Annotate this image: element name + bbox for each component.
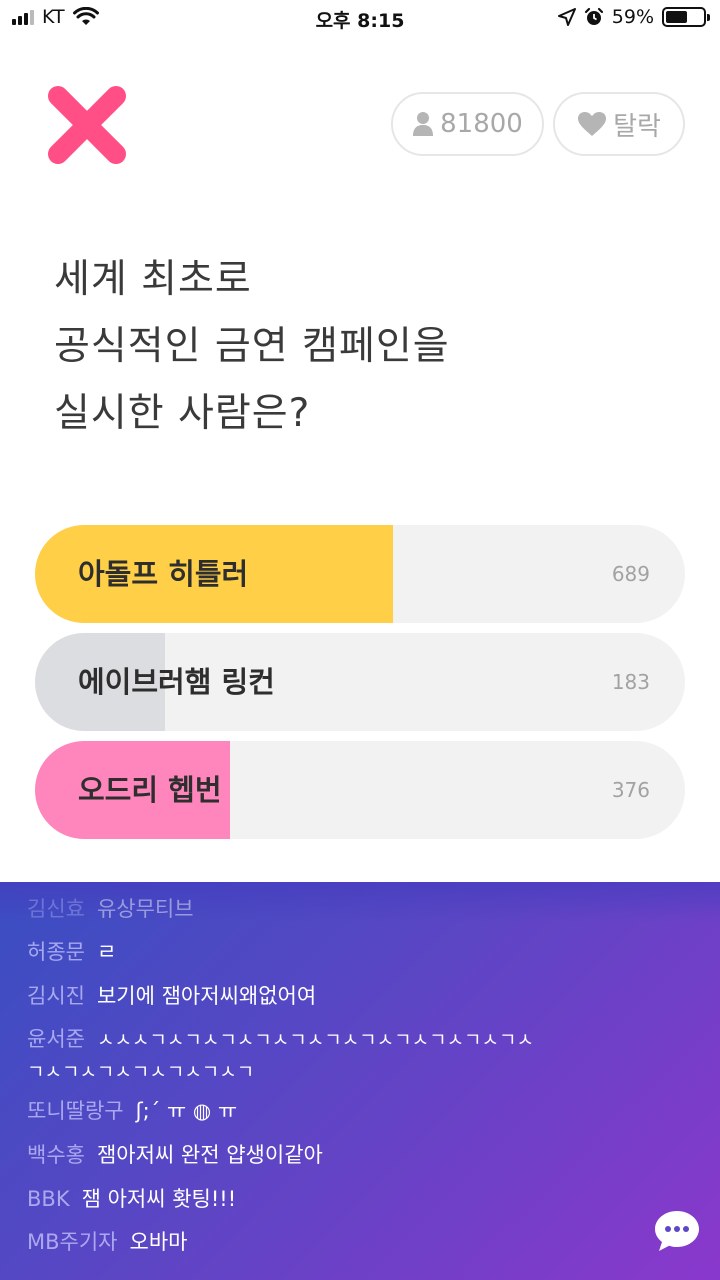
heart-icon: [578, 112, 607, 136]
battery-level-fill: [666, 11, 688, 23]
chat-message: MB주기자 오바마: [27, 1227, 187, 1257]
answer-count: 183: [611, 670, 650, 694]
status-bar: KT 오후 8:15 59%: [0, 0, 720, 40]
chat-message: 허종문 ㄹ: [27, 937, 116, 967]
answer-label: 아돌프 히틀러: [78, 557, 249, 591]
quit-badge[interactable]: 탈락: [553, 92, 685, 156]
question-line: 공식적인 금연 캠페인을: [54, 324, 450, 369]
chat-message: 김신효 유상무티브: [27, 894, 194, 924]
chat-text: 유상무티브: [96, 897, 194, 921]
quit-label: 탈락: [613, 111, 661, 142]
person-icon: [413, 112, 434, 136]
chat-username: 또니딸랑구: [27, 1099, 124, 1123]
chat-text: ʃ;ˊ ㅠ ◍ ㅠ: [135, 1099, 238, 1123]
chat-message: BBK 잼 아저씨 홧팅!!!: [27, 1184, 236, 1214]
battery-icon: [662, 7, 710, 27]
chat-message: 백수홍 잼아저씨 완전 얍생이같아: [27, 1140, 323, 1170]
alarm-icon: [584, 7, 603, 25]
chat-username: 김신효: [27, 897, 85, 921]
answer-label: 오드리 헵번: [78, 773, 222, 807]
answer-label: 에이브러햄 링컨: [78, 665, 275, 699]
chat-text: 잼아저씨 완전 얍생이같아: [96, 1143, 323, 1167]
answer-count: 689: [611, 562, 650, 586]
question-text: 세계 최초로 공식적인 금연 캠페인을 실시한 사람은?: [54, 246, 674, 447]
chat-text: 오바마: [129, 1230, 188, 1254]
chat-username: 윤서준: [27, 1027, 85, 1051]
close-x-icon: [48, 86, 126, 164]
answer-option-3[interactable]: 오드리 헵번 376: [35, 741, 685, 839]
chat-text: ㅅㅅㅅㄱㅅㄱㅅㄱㅅㄱㅅㄱㅅㄱㅅㄱㅅㄱㅅㄱㅅㄱㅅㄱㅅ: [96, 1029, 534, 1051]
chat-text: 보기에 잼아저씨왜없어여: [96, 984, 317, 1008]
answer-count: 376: [611, 778, 650, 802]
status-right: 59%: [557, 6, 710, 28]
chat-username: 백수홍: [27, 1143, 85, 1167]
chat-username: BBK: [27, 1187, 70, 1211]
viewers-badge: 81800: [391, 92, 544, 156]
close-button[interactable]: [44, 82, 130, 168]
open-chat-button[interactable]: [654, 1210, 700, 1252]
chat-username: 허종문: [27, 940, 85, 964]
chat-message: 윤서준 ㅅㅅㅅㄱㅅㄱㅅㄱㅅㄱㅅㄱㅅㄱㅅㄱㅅㄱㅅㄱㅅㄱㅅㄱㅅ: [27, 1024, 534, 1055]
viewers-count: 81800: [440, 109, 523, 139]
chat-bubble-icon: [655, 1211, 699, 1251]
chat-text: ㄹ: [96, 940, 117, 964]
battery-percent: 59%: [611, 6, 654, 28]
live-chat-panel[interactable]: 김신효 유상무티브 허종문 ㄹ 김시진 보기에 잼아저씨왜없어여 윤서준 ㅅㅅㅅㄱㅅㄱㅅ…: [0, 882, 720, 1280]
chat-username: MB주기자: [27, 1230, 118, 1254]
answer-option-1[interactable]: 아돌프 히틀러 689: [35, 525, 685, 623]
chat-message: 또니딸랑구 ʃ;ˊ ㅠ ◍ ㅠ: [27, 1096, 237, 1126]
chat-message: 김시진 보기에 잼아저씨왜없어여: [27, 981, 316, 1011]
chat-message-continuation: ㄱㅅㄱㅅㄱㅅㄱㅅㄱㅅㄱㅅㄱ: [27, 1061, 255, 1083]
chat-username: 김시진: [27, 984, 85, 1008]
location-arrow-icon: [557, 8, 576, 26]
question-line: 실시한 사람은?: [54, 391, 311, 436]
answer-option-2[interactable]: 에이브러햄 링컨 183: [35, 633, 685, 731]
question-line: 세계 최초로: [54, 257, 252, 302]
chat-text: 잼 아저씨 홧팅!!!: [81, 1187, 237, 1211]
